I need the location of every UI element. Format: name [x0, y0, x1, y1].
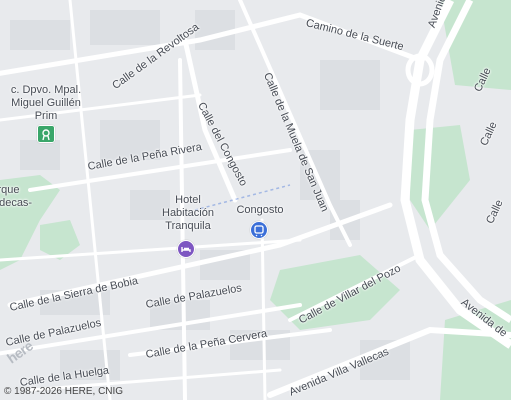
sports-center-icon[interactable]: [37, 125, 55, 143]
poi-park-label: Parque Valdecas-: [0, 184, 33, 209]
poi-hotel-label[interactable]: Hotel Habitación Tranquila: [156, 194, 220, 233]
attribution: © 1987-2026 HERE, CNIG: [4, 386, 124, 397]
metro-station-icon[interactable]: [250, 221, 268, 239]
poi-metro-label[interactable]: Congosto: [230, 204, 290, 217]
poi-sports-center-label[interactable]: c. Dpvo. Mpal. Miguel Guillén Prim: [4, 84, 88, 123]
hotel-icon[interactable]: [177, 240, 195, 258]
map-view[interactable]: Camino de la Suerte Calle de la Revoltos…: [0, 0, 511, 400]
